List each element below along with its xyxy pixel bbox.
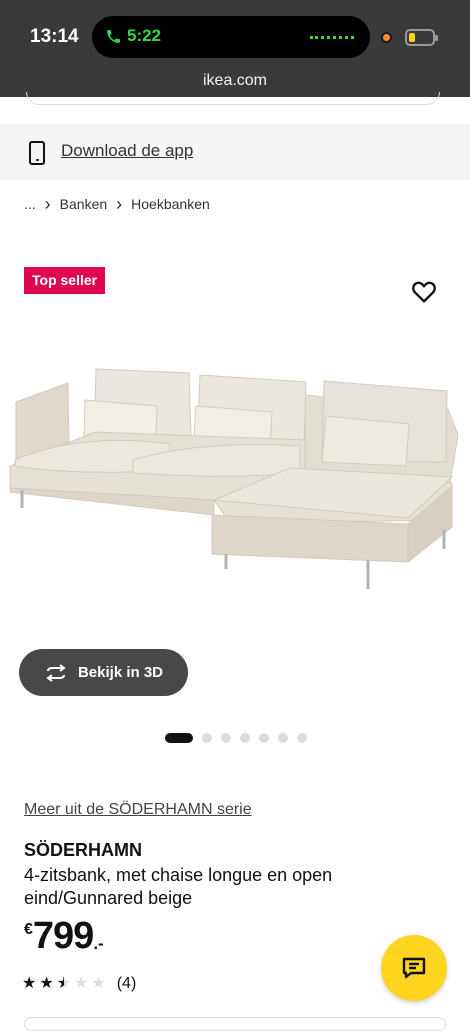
star-icon: ★ [39, 975, 54, 992]
battery-icon [405, 29, 438, 46]
carousel-dot[interactable] [297, 733, 307, 743]
product-price: € 799 .- [24, 915, 104, 958]
breadcrumb-item[interactable]: ... [24, 196, 36, 212]
breadcrumb-item[interactable]: Hoekbanken [131, 196, 210, 212]
chevron-right-icon: › [44, 194, 51, 214]
header-edge [26, 92, 440, 105]
carousel-indicator [165, 733, 307, 743]
dynamic-island[interactable]: 5:22 [92, 16, 370, 58]
carousel-dot[interactable] [240, 733, 250, 743]
call-timer: 5:22 [127, 26, 162, 45]
phone-icon [29, 141, 45, 165]
price-suffix: .- [93, 934, 104, 953]
call-indicator[interactable]: 5:22 [105, 26, 161, 46]
audio-wave [310, 36, 354, 39]
half-star-icon: ★ [56, 975, 72, 992]
product-name: SÖDERHAMN [24, 840, 143, 860]
empty-star-icon: ★ [74, 975, 89, 992]
chat-button[interactable] [381, 935, 447, 1001]
breadcrumb: ... › Banken › Hoekbanken [24, 194, 210, 214]
download-app-link[interactable]: Download de app [61, 141, 193, 161]
top-seller-badge: Top seller [24, 267, 106, 294]
address-bar[interactable]: ikea.com [0, 72, 470, 90]
carousel-dot-active[interactable] [165, 733, 193, 743]
chevron-right-icon: › [116, 194, 123, 214]
heart-icon[interactable] [410, 278, 438, 306]
star-icon: ★ [22, 975, 37, 992]
carousel-dot[interactable] [221, 733, 231, 743]
recording-indicator [381, 32, 392, 43]
browser-status-bar: 13:14 5:22 ikea.com [0, 0, 470, 105]
carousel-dot[interactable] [202, 733, 212, 743]
chat-icon [402, 957, 426, 979]
carousel-dot[interactable] [259, 733, 269, 743]
product-image[interactable] [0, 340, 470, 640]
product-description: 4-zitsbank, met chaise longue en open ei… [24, 865, 333, 908]
view-in-3d-button[interactable]: Bekijk in 3D [19, 649, 188, 696]
rating[interactable]: ★ ★ ★ ★ ★ (4) [22, 975, 136, 993]
download-app-banner[interactable]: Download de app [0, 124, 470, 180]
carousel-dot[interactable] [278, 733, 288, 743]
series-link[interactable]: Meer uit de SÖDERHAMN serie [24, 801, 252, 819]
rotate-3d-icon [46, 663, 66, 682]
clock: 13:14 [30, 26, 79, 47]
next-section-edge [24, 1017, 446, 1031]
price-amount: 799 [32, 915, 94, 957]
phone-call-icon [107, 29, 120, 43]
review-count[interactable]: (4) [117, 975, 137, 993]
breadcrumb-item[interactable]: Banken [60, 196, 107, 212]
empty-star-icon: ★ [91, 975, 106, 992]
price-currency: € [24, 921, 33, 938]
view-in-3d-label: Bekijk in 3D [77, 664, 164, 681]
